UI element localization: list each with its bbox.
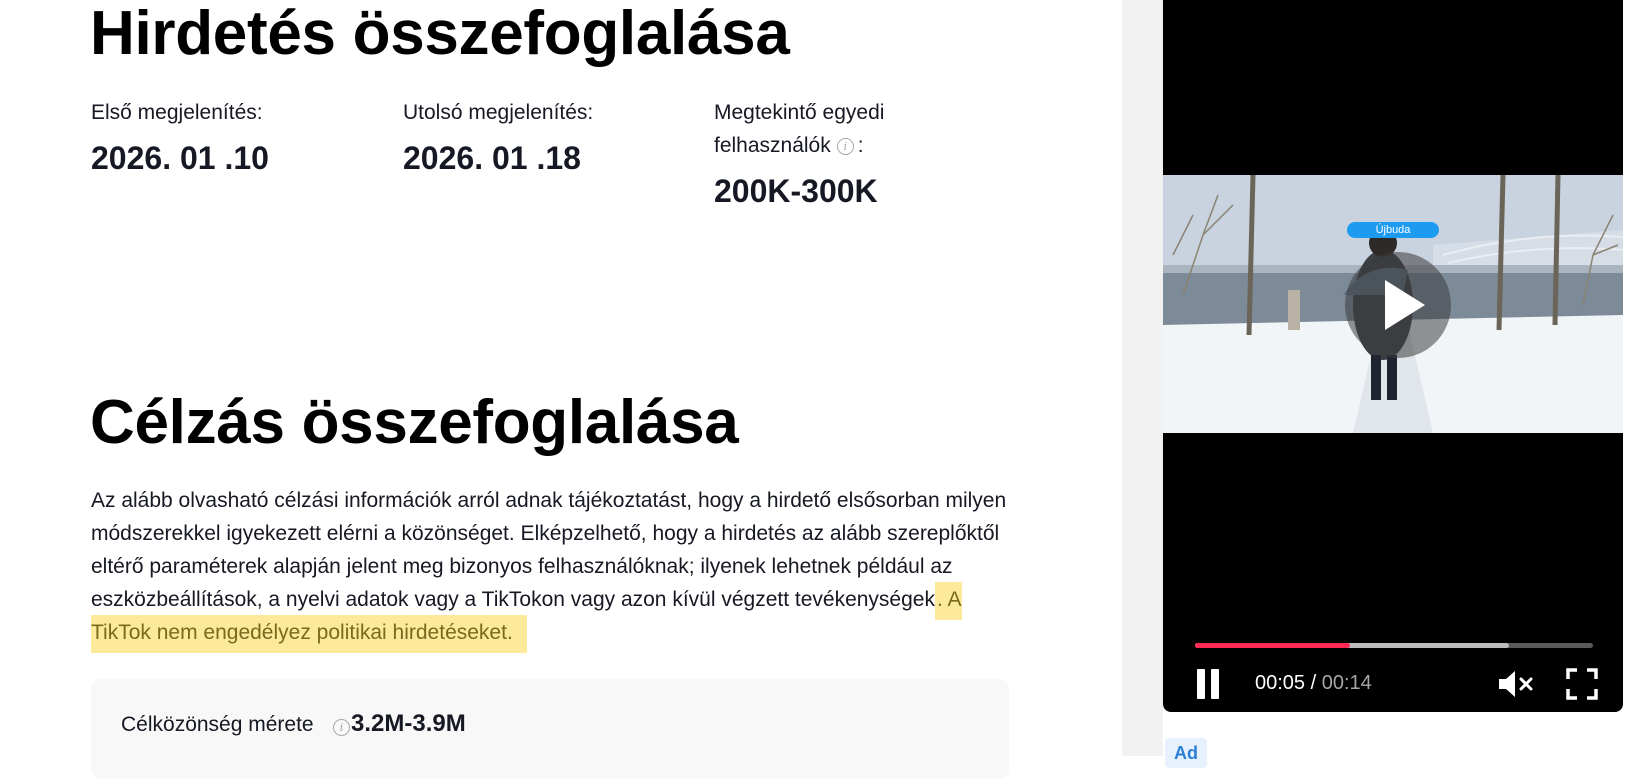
targeting-summary-title: Célzás összefoglalása [90,388,739,457]
play-icon[interactable] [1345,252,1451,358]
played-bar [1195,643,1351,648]
mute-icon-svg [1499,671,1533,697]
first-seen-label: Első megjelenítés: [91,101,263,124]
audience-size-card: Célközönség mérete i 3.2M-3.9M [91,679,1009,779]
audience-size-value: 3.2M-3.9M [351,710,466,737]
ad-badge: Ad [1165,738,1207,768]
targeting-description: Az alább olvasható célzási információk a… [91,484,1021,653]
panel-divider [1122,0,1163,756]
unique-users: Megtekintő egyedi felhasználók i: 200K-30… [714,96,974,207]
info-icon[interactable]: i [333,719,350,736]
unique-users-label: Megtekintő egyedi felhasználók i: [714,96,974,162]
location-tag: Újbuda [1347,222,1439,238]
first-seen: Első megjelenítés: 2026. 01 .10 [91,96,351,174]
audience-size-label: Célközönség mérete [121,713,314,736]
duration: 00:14 [1321,672,1372,694]
video-frame[interactable]: Újbuda [1163,175,1623,433]
ad-summary-title: Hirdetés összefoglalása [90,0,790,68]
video-player[interactable]: Újbuda 00:05 / 00:14 [1163,0,1623,712]
first-seen-value: 2026. 01 .10 [91,140,269,176]
last-seen-label: Utolsó megjelenítés: [403,101,594,124]
pause-icon[interactable] [1195,669,1223,699]
last-seen-value: 2026. 01 .18 [403,140,581,176]
unique-users-label-line2: felhasználók [714,134,831,157]
unique-users-value: 200K-300K [714,173,878,209]
time-separator: / [1305,672,1322,694]
fullscreen-icon-svg [1566,668,1598,700]
mute-icon[interactable] [1497,668,1537,700]
ad-details-panel: Hirdetés összefoglalása Első megjeleníté… [0,0,1122,779]
targeting-description-text: Az alább olvasható célzási információk a… [91,489,1007,611]
time-display: 00:05 / 00:14 [1255,672,1372,695]
last-seen: Utolsó megjelenítés: 2026. 01 .18 [403,96,663,174]
fullscreen-icon[interactable] [1566,668,1598,700]
unique-users-label-suffix: : [857,134,864,157]
current-time: 00:05 [1255,672,1306,694]
info-icon[interactable]: i [836,138,854,155]
progress-bar[interactable] [1195,643,1593,648]
unique-users-label-line1: Megtekintő egyedi [714,101,885,124]
